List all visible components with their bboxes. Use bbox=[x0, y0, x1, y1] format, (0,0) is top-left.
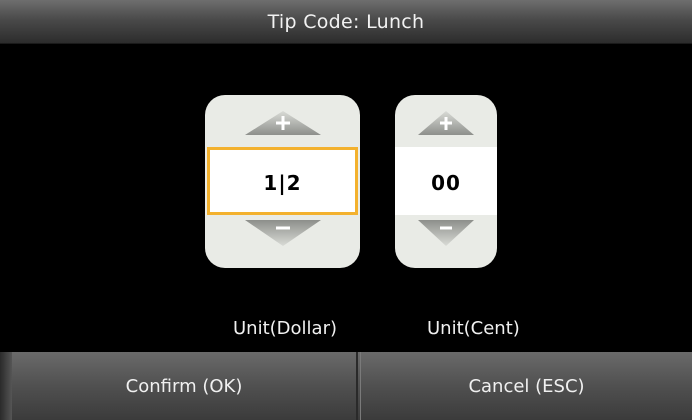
cent-unit-label: Unit(Cent) bbox=[427, 318, 520, 339]
cent-value: 00 bbox=[431, 171, 461, 195]
dollar-spinner: 1|2 bbox=[205, 95, 360, 268]
dollar-value-field[interactable]: 1|2 bbox=[207, 147, 358, 215]
dollar-value: 1|2 bbox=[263, 171, 302, 195]
plus-triangle-up-icon bbox=[244, 111, 321, 135]
action-bar: Confirm (OK) Cancel (ESC) bbox=[0, 352, 692, 420]
dollar-unit-label: Unit(Dollar) bbox=[233, 318, 337, 339]
dollar-decrement-button[interactable] bbox=[205, 216, 360, 256]
dollar-increment-button[interactable] bbox=[205, 105, 360, 145]
cent-decrement-button[interactable] bbox=[395, 216, 497, 256]
cent-spinner: 00 bbox=[395, 95, 497, 268]
minus-triangle-down-icon bbox=[244, 220, 321, 246]
plus-triangle-up-icon bbox=[418, 111, 474, 135]
cent-increment-button[interactable] bbox=[395, 105, 497, 145]
confirm-button[interactable]: Confirm (OK) bbox=[12, 352, 358, 420]
title-bar: Tip Code: Lunch bbox=[0, 0, 692, 44]
action-bar-edge bbox=[0, 352, 12, 420]
cent-value-field[interactable]: 00 bbox=[395, 147, 497, 215]
cancel-button[interactable]: Cancel (ESC) bbox=[360, 352, 692, 420]
page-title: Tip Code: Lunch bbox=[267, 11, 425, 33]
minus-triangle-down-icon bbox=[418, 220, 474, 246]
